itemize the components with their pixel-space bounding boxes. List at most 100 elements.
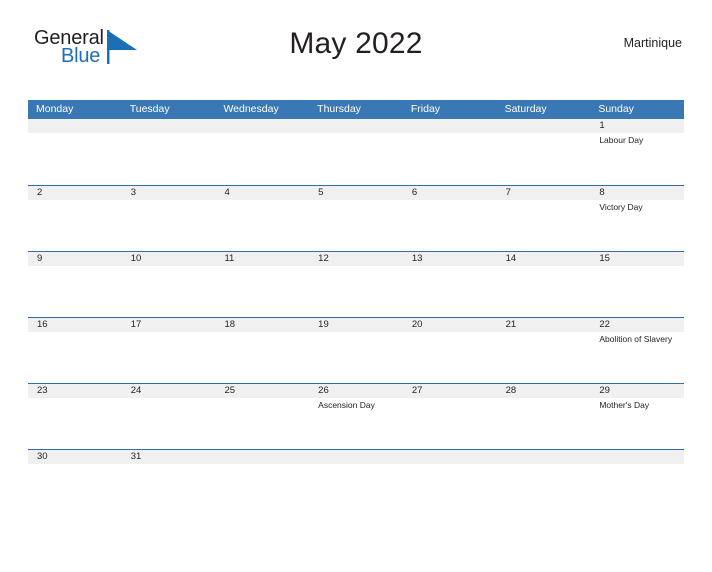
week-row: 30 31 <box>28 449 684 464</box>
week-row: 9 10 11 12 13 14 15 <box>28 251 684 317</box>
day-event <box>309 200 403 250</box>
week-daynumber-band: 9 10 11 12 13 14 15 <box>28 252 684 266</box>
day-number[interactable]: 5 <box>309 186 403 200</box>
weekday-header-row: Monday Tuesday Wednesday Thursday Friday… <box>28 100 684 119</box>
day-number[interactable]: 13 <box>403 252 497 266</box>
day-number[interactable]: 8 <box>590 186 684 200</box>
day-event <box>28 133 122 183</box>
day-event <box>28 332 122 382</box>
weekday-header-wednesday: Wednesday <box>223 103 279 115</box>
day-number[interactable] <box>403 450 497 464</box>
day-event <box>403 266 497 316</box>
day-number[interactable] <box>215 119 309 133</box>
day-event <box>28 266 122 316</box>
day-event <box>28 398 122 448</box>
day-number[interactable]: 27 <box>403 384 497 398</box>
day-event: Labour Day <box>599 135 644 145</box>
day-number[interactable]: 31 <box>122 450 216 464</box>
day-event <box>122 398 216 448</box>
day-number[interactable] <box>309 450 403 464</box>
day-number[interactable]: 11 <box>215 252 309 266</box>
day-number[interactable]: 4 <box>215 186 309 200</box>
day-number[interactable]: 21 <box>497 318 591 332</box>
day-number[interactable]: 17 <box>122 318 216 332</box>
day-number[interactable] <box>497 450 591 464</box>
day-number[interactable] <box>403 119 497 133</box>
day-event <box>309 266 403 316</box>
week-daynumber-band: 23 24 25 26 27 28 29 <box>28 384 684 398</box>
page-header: General Blue May 2022 Martinique <box>28 22 684 78</box>
day-event: Victory Day <box>599 202 643 212</box>
day-event <box>403 133 497 183</box>
weekday-header-thursday: Thursday <box>317 103 361 115</box>
day-event <box>122 332 216 382</box>
day-number[interactable]: 28 <box>497 384 591 398</box>
day-event <box>28 200 122 250</box>
weekday-header-monday: Monday <box>36 103 74 115</box>
weekday-header-friday: Friday <box>410 103 441 115</box>
day-event <box>590 266 684 316</box>
day-event <box>497 200 591 250</box>
calendar-page: General Blue May 2022 Martinique Monday … <box>0 22 712 572</box>
week-row: 16 17 18 19 20 21 22 Abolition of Slaver… <box>28 317 684 383</box>
day-number[interactable]: 23 <box>28 384 122 398</box>
region-label: Martinique <box>623 36 682 50</box>
week-daynumber-band: 30 31 <box>28 450 684 464</box>
day-event <box>122 266 216 316</box>
day-event <box>215 398 309 448</box>
day-event: Ascension Day <box>318 400 375 410</box>
day-event <box>497 133 591 183</box>
week-daynumber-band: 16 17 18 19 20 21 22 <box>28 318 684 332</box>
week-row: 23 24 25 26 27 28 29 Ascension Day Mothe… <box>28 383 684 449</box>
page-title: May 2022 <box>289 27 423 60</box>
day-number[interactable] <box>590 450 684 464</box>
week-row: 2 3 4 5 6 7 8 Victory Day <box>28 185 684 251</box>
day-number[interactable]: 29 <box>590 384 684 398</box>
day-number[interactable]: 2 <box>28 186 122 200</box>
day-number[interactable]: 26 <box>309 384 403 398</box>
week-daynumber-band: 2 3 4 5 6 7 8 <box>28 186 684 200</box>
day-number[interactable]: 7 <box>497 186 591 200</box>
day-number[interactable]: 1 <box>590 119 684 133</box>
day-event <box>122 133 216 183</box>
day-event <box>403 200 497 250</box>
day-number[interactable] <box>309 119 403 133</box>
day-number[interactable] <box>28 119 122 133</box>
day-number[interactable]: 30 <box>28 450 122 464</box>
day-number[interactable]: 25 <box>215 384 309 398</box>
day-number[interactable]: 15 <box>590 252 684 266</box>
week-event-band: Ascension Day Mother's Day <box>28 398 684 448</box>
day-event <box>309 332 403 382</box>
week-event-band: Abolition of Slavery <box>28 332 684 382</box>
day-number[interactable] <box>215 450 309 464</box>
weekday-header-sunday: Sunday <box>598 103 634 115</box>
day-event <box>497 398 591 448</box>
day-event <box>215 200 309 250</box>
week-event-band: Victory Day <box>28 200 684 250</box>
day-number[interactable]: 3 <box>122 186 216 200</box>
day-number[interactable]: 22 <box>590 318 684 332</box>
week-event-band: Labour Day <box>28 133 684 183</box>
day-event <box>122 200 216 250</box>
weekday-header-tuesday: Tuesday <box>129 103 170 115</box>
day-event <box>215 133 309 183</box>
day-number[interactable]: 10 <box>122 252 216 266</box>
day-number[interactable]: 24 <box>122 384 216 398</box>
day-number[interactable] <box>497 119 591 133</box>
day-number[interactable]: 6 <box>403 186 497 200</box>
day-number[interactable]: 12 <box>309 252 403 266</box>
day-number[interactable]: 16 <box>28 318 122 332</box>
day-event <box>403 398 497 448</box>
day-event <box>215 332 309 382</box>
day-number[interactable]: 14 <box>497 252 591 266</box>
day-event: Abolition of Slavery <box>599 334 673 344</box>
weekday-header-saturday: Saturday <box>504 103 547 115</box>
day-number[interactable]: 19 <box>309 318 403 332</box>
day-event: Mother's Day <box>599 400 650 410</box>
day-number[interactable]: 18 <box>215 318 309 332</box>
day-number[interactable]: 9 <box>28 252 122 266</box>
day-number[interactable] <box>122 119 216 133</box>
day-event <box>215 266 309 316</box>
week-event-band <box>28 266 684 316</box>
day-number[interactable]: 20 <box>403 318 497 332</box>
